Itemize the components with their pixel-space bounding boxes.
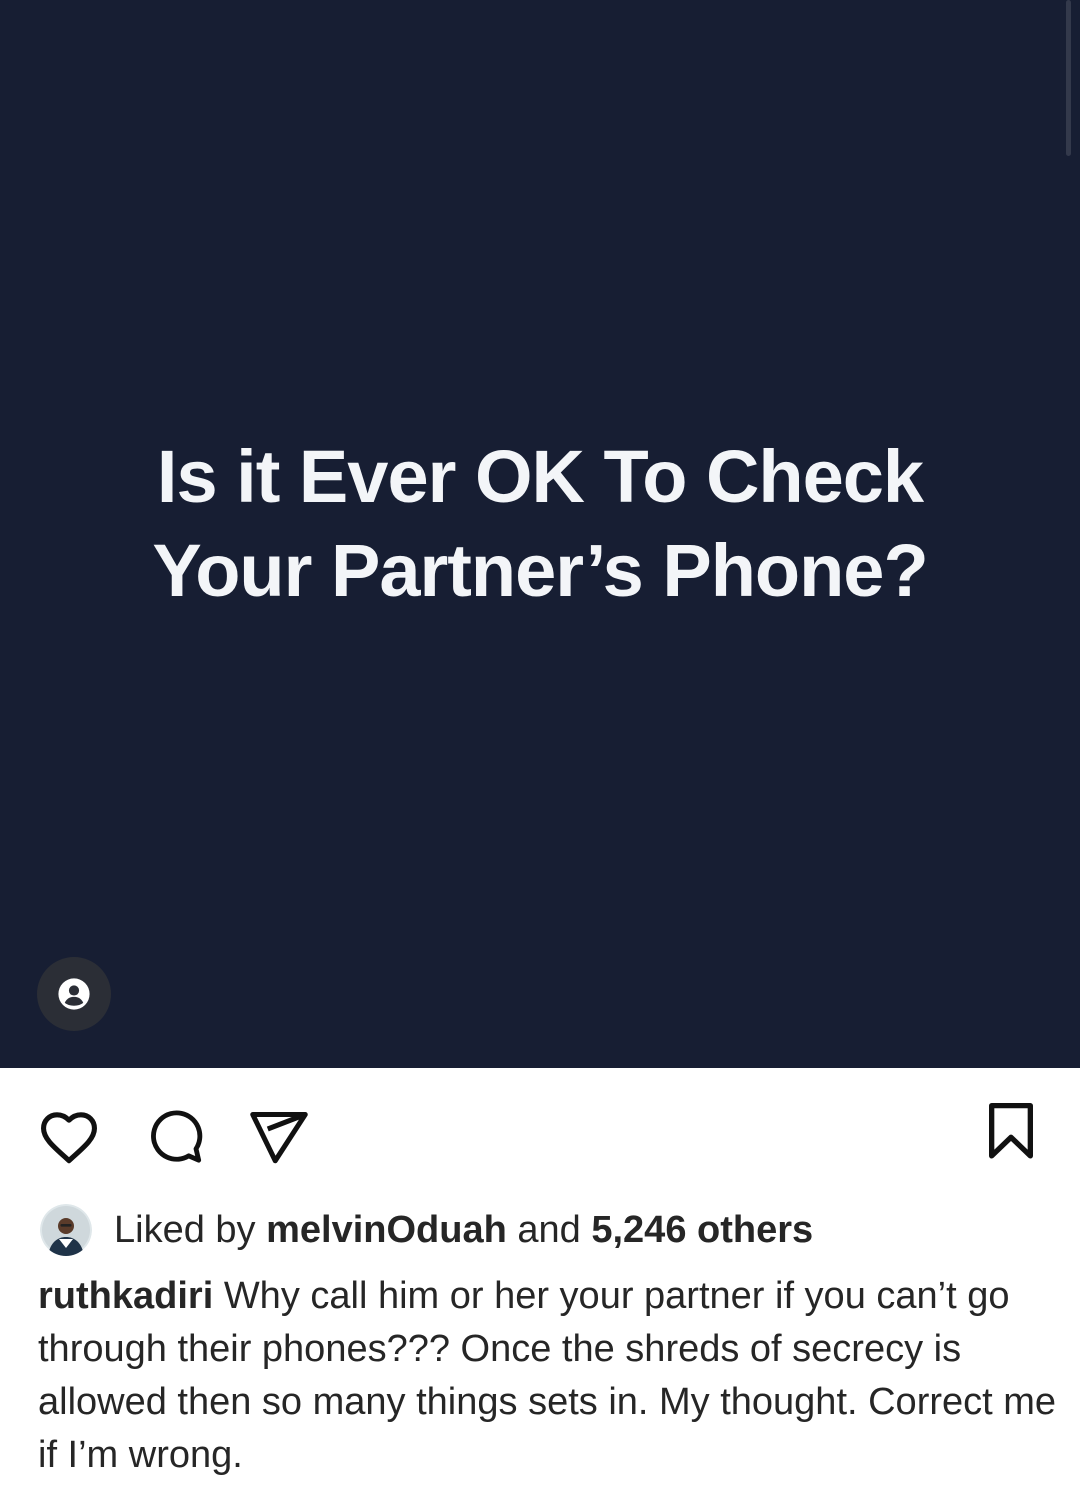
action-bar <box>0 1068 1080 1192</box>
post-headline: Is it Ever OK To Check Your Partner’s Ph… <box>0 430 1080 618</box>
heart-icon <box>41 1112 97 1164</box>
post-headline-line-1: Is it Ever OK To Check <box>156 435 924 518</box>
liker-avatar-icon <box>40 1204 92 1256</box>
likes-prefix: Liked by <box>114 1208 256 1251</box>
tag-people-button[interactable] <box>37 957 111 1031</box>
likes-text[interactable]: Liked by melvinOduah and 5,246 others <box>114 1209 813 1252</box>
share-button[interactable] <box>244 1102 314 1172</box>
bookmark-icon <box>989 1102 1033 1159</box>
likes-row: Liked by melvinOduah and 5,246 others <box>40 1204 813 1256</box>
avatar[interactable] <box>40 1204 92 1256</box>
likes-others-count[interactable]: 5,246 others <box>591 1209 813 1251</box>
post-image[interactable]: Is it Ever OK To Check Your Partner’s Ph… <box>0 0 1080 1068</box>
comment-icon <box>151 1110 203 1163</box>
liker-username[interactable]: melvinOduah <box>266 1209 507 1251</box>
send-icon <box>250 1112 308 1164</box>
like-button[interactable] <box>34 1102 104 1172</box>
person-tag-icon <box>58 978 90 1010</box>
save-button[interactable] <box>978 1096 1044 1166</box>
scroll-indicator <box>1066 0 1071 156</box>
comment-button[interactable] <box>140 1102 210 1172</box>
likes-joiner: and <box>517 1208 581 1251</box>
caption-username[interactable]: ruthkadiri <box>38 1275 213 1317</box>
caption: ruthkadiri Why call him or her your part… <box>38 1270 1058 1482</box>
post-headline-line-2: Your Partner’s Phone? <box>152 529 928 612</box>
